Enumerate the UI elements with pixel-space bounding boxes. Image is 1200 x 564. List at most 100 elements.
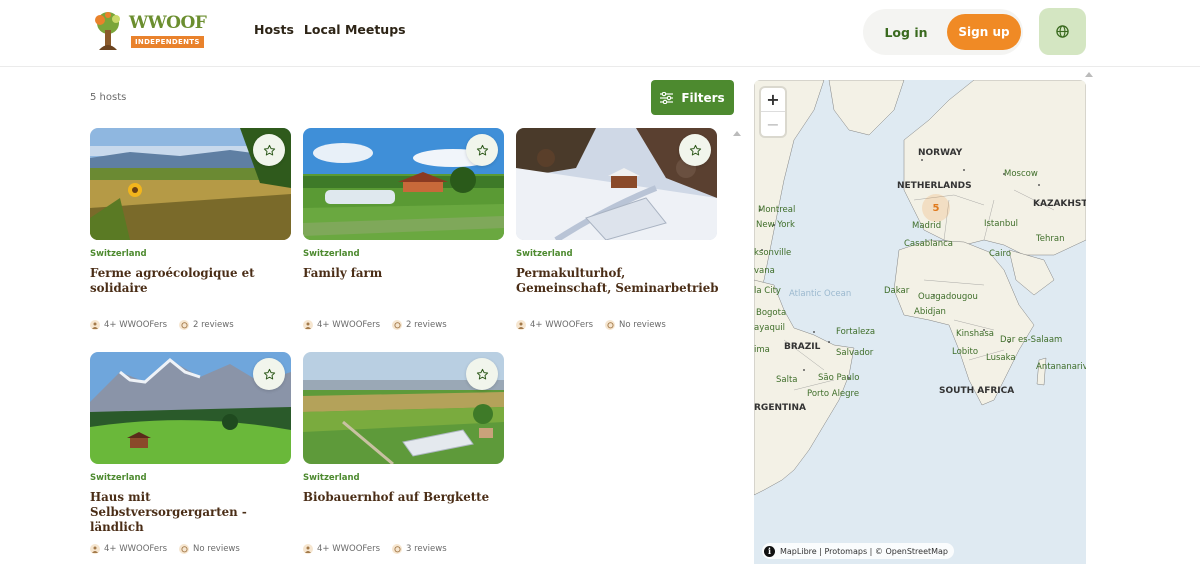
star-icon [476, 368, 488, 379]
nav-local-meetups[interactable]: Local Meetups [304, 22, 406, 37]
reviews-count: No reviews [179, 544, 240, 554]
list-scroll-up-arrow[interactable] [733, 131, 741, 136]
map-label-city: Dar es-Salaam [1000, 335, 1063, 345]
map-label-city: Bogota [756, 308, 787, 318]
host-photo [303, 352, 504, 464]
attribution-text[interactable]: MapLibre | Protomaps | © OpenStreetMap [780, 547, 948, 556]
login-button[interactable]: Log in [876, 15, 936, 49]
host-title[interactable]: Haus mit Selbstversorgergarten - ländlic… [90, 490, 295, 535]
sliders-icon [660, 91, 674, 104]
host-photo [303, 128, 504, 240]
reviews-count: 3 reviews [392, 544, 447, 554]
map-label-city: Kinshasa [956, 329, 994, 339]
host-card[interactable]: Switzerland Haus mit Selbstversorgergart… [90, 352, 291, 564]
wwoofers-text: 4+ WWOOFers [317, 544, 380, 554]
host-title[interactable]: Biobauernhof auf Bergkette [303, 490, 508, 505]
star-icon [263, 144, 275, 155]
map-label-country: NORWAY [918, 148, 963, 158]
star-icon [476, 144, 488, 155]
host-count: 5 hosts [90, 92, 127, 103]
map-label-city: Montreal [758, 205, 796, 215]
page-scroll-up-arrow[interactable] [1085, 72, 1093, 77]
map-label-city: Moscow [1004, 169, 1038, 179]
reviews-count: 2 reviews [392, 320, 447, 330]
wwoofers-capacity: 4+ WWOOFers [90, 320, 167, 330]
map-label-city: Casablanca [904, 239, 954, 249]
map-label-country: KAZAKHSTA [1033, 199, 1086, 209]
favorite-button[interactable] [679, 134, 711, 166]
reviews-text: 2 reviews [193, 320, 234, 330]
map-label-country: SOUTH AFRICA [939, 386, 1015, 396]
map-label-city: Salvador [836, 348, 874, 358]
map-label-city: Istanbul [984, 219, 1019, 229]
host-country: Switzerland [303, 473, 360, 483]
host-card[interactable]: Switzerland Ferme agroécologique et soli… [90, 128, 291, 338]
map-label-city: Ouagadougou [918, 292, 978, 302]
reviews-text: No reviews [619, 320, 666, 330]
chat-icon [605, 320, 615, 330]
star-icon [689, 144, 701, 155]
zoom-out-button[interactable]: − [761, 112, 785, 136]
host-meta: 4+ WWOOFers 2 reviews [303, 320, 447, 330]
map-label-city: Madrid [912, 221, 942, 231]
map-label-city: Tehran [1036, 234, 1065, 244]
person-icon [90, 544, 100, 554]
zoom-in-button[interactable]: + [761, 88, 785, 112]
top-header: WWOOF INDEPENDENTS Hosts Local Meetups L… [0, 0, 1200, 67]
chat-icon [392, 544, 402, 554]
map-label-city: ayaquil [754, 323, 785, 333]
main-nav: Hosts Local Meetups [254, 22, 406, 37]
host-country: Switzerland [303, 249, 360, 259]
language-button[interactable] [1039, 8, 1086, 55]
map-label-country: RGENTINA [754, 403, 806, 413]
host-card[interactable]: Switzerland Biobauernhof auf Bergkette 4… [303, 352, 504, 564]
host-cluster-marker[interactable]: 5 [922, 194, 950, 222]
filters-button[interactable]: Filters [651, 80, 734, 115]
host-card[interactable]: Switzerland Permakulturhof, Gemeinschaft… [516, 128, 719, 338]
logo-badge: INDEPENDENTS [131, 36, 204, 48]
chat-icon [179, 544, 189, 554]
person-icon [90, 320, 100, 330]
signup-button[interactable]: Sign up [947, 14, 1021, 50]
host-photo [90, 352, 291, 464]
reviews-text: 2 reviews [406, 320, 447, 330]
reviews-count: No reviews [605, 320, 666, 330]
nav-hosts[interactable]: Hosts [254, 22, 294, 37]
wwoofers-capacity: 4+ WWOOFers [90, 544, 167, 554]
map-label-ocean: Atlantic Ocean [789, 289, 852, 299]
favorite-button[interactable] [253, 358, 285, 390]
hosts-map[interactable]: + − NORWAY NETHERLANDS KAZAKHSTA BRAZIL … [754, 80, 1086, 564]
info-icon[interactable]: i [764, 545, 775, 557]
favorite-button[interactable] [466, 134, 498, 166]
wwoofers-capacity: 4+ WWOOFers [516, 320, 593, 330]
tree-logo-icon [95, 12, 120, 50]
host-photo [516, 128, 717, 240]
map-label-city: Dakar [884, 286, 910, 296]
map-label-city: la City [754, 286, 781, 296]
wwoofers-text: 4+ WWOOFers [104, 544, 167, 554]
map-label-city: ima [754, 345, 770, 355]
wwoofers-capacity: 4+ WWOOFers [303, 544, 380, 554]
host-country: Switzerland [90, 249, 147, 259]
reviews-text: 3 reviews [406, 544, 447, 554]
favorite-button[interactable] [466, 358, 498, 390]
map-label-city: Porto Alegre [807, 389, 860, 399]
wwoof-logo[interactable]: WWOOF INDEPENDENTS [89, 10, 207, 54]
map-label-country: NETHERLANDS [897, 181, 972, 191]
map-label-city: vana [754, 266, 775, 276]
host-title[interactable]: Family farm [303, 266, 508, 281]
map-label-city: São Paulo [818, 373, 860, 383]
person-icon [303, 320, 313, 330]
host-card[interactable]: Switzerland Family farm 4+ WWOOFers 2 re… [303, 128, 504, 338]
host-meta: 4+ WWOOFers 3 reviews [303, 544, 447, 554]
host-title[interactable]: Ferme agroécologique et solidaire [90, 266, 295, 296]
logo-text: WWOOF [129, 13, 207, 33]
globe-icon [1056, 25, 1069, 38]
wwoofers-text: 4+ WWOOFers [104, 320, 167, 330]
map-label-city: Antananarivo [1036, 362, 1086, 372]
favorite-button[interactable] [253, 134, 285, 166]
host-title[interactable]: Permakulturhof, Gemeinschaft, Seminarbet… [516, 266, 721, 296]
chat-icon [179, 320, 189, 330]
host-meta: 4+ WWOOFers No reviews [516, 320, 666, 330]
reviews-text: No reviews [193, 544, 240, 554]
